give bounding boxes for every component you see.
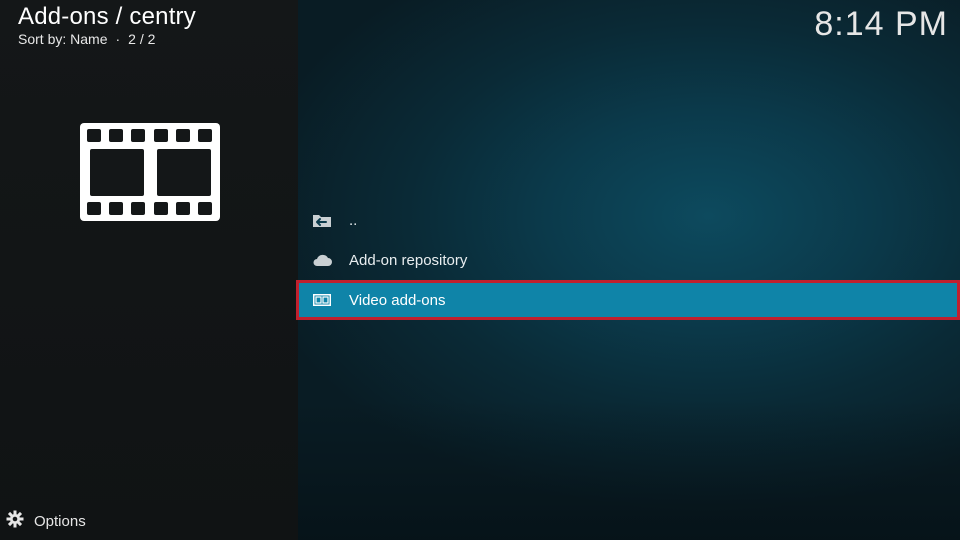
list-item-label: ..	[349, 211, 358, 229]
separator-dot: ·	[115, 31, 121, 47]
kodi-screen: Add-ons / centry Sort by: Name · 2 / 2 8:1…	[0, 0, 960, 540]
list-item-label: Add-on repository	[349, 251, 468, 269]
page-count: 2 / 2	[128, 31, 156, 47]
list-item-addon-repository[interactable]: Add-on repository	[296, 240, 960, 280]
left-panel	[0, 0, 298, 540]
addon-list: .. Add-on repository Video add-ons	[296, 200, 960, 320]
list-item-label: Video add-ons	[349, 291, 446, 309]
header: Add-ons / centry Sort by: Name · 2 / 2	[18, 4, 196, 48]
film-icon	[312, 290, 332, 310]
options-label: Options	[34, 512, 86, 530]
film-strip-icon	[80, 123, 220, 221]
list-item-video-addons[interactable]: Video add-ons	[296, 280, 960, 320]
options-button[interactable]: Options	[6, 510, 86, 532]
gear-icon	[6, 510, 24, 533]
back-folder-icon	[312, 210, 332, 230]
list-item-parent-folder[interactable]: ..	[296, 200, 960, 240]
sort-label[interactable]: Sort by: Name	[18, 31, 107, 47]
page-title: Add-ons / centry	[18, 3, 196, 30]
cloud-icon	[312, 250, 332, 270]
sort-info: Sort by: Name · 2 / 2	[18, 30, 196, 48]
clock: 8:14 PM	[814, 5, 948, 43]
